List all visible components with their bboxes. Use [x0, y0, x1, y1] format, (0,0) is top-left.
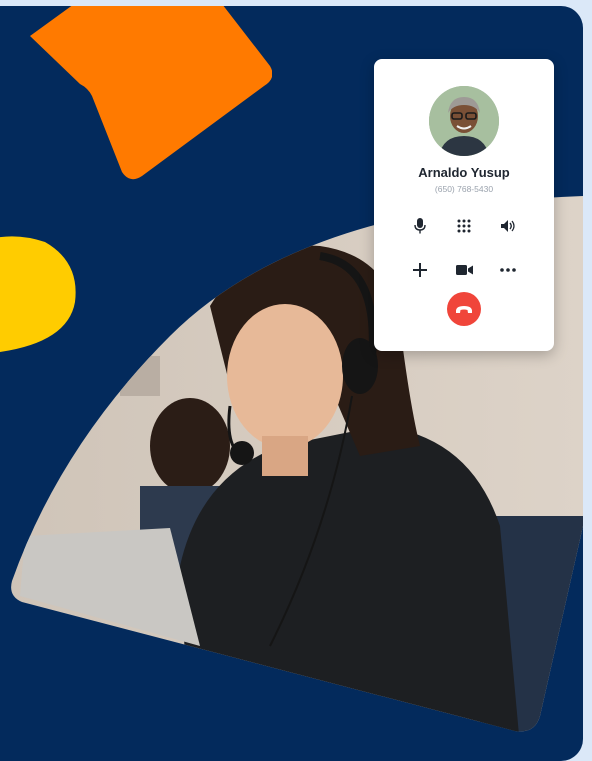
call-card: Arnaldo Yusup (650) 768-5430 — [374, 59, 554, 351]
caller-avatar — [429, 86, 499, 156]
video-icon — [455, 265, 473, 275]
hero-panel: Arnaldo Yusup (650) 768-5430 — [0, 6, 583, 761]
speaker-button[interactable] — [496, 214, 520, 238]
speaker-icon — [501, 220, 515, 232]
avatar-portrait — [429, 86, 499, 156]
video-button[interactable] — [452, 258, 476, 282]
add-call-button[interactable] — [408, 258, 432, 282]
keypad-button[interactable] — [452, 214, 476, 238]
caller-phone: (650) 768-5430 — [434, 184, 494, 194]
end-call-button[interactable] — [447, 292, 481, 326]
microphone-button[interactable] — [408, 214, 432, 238]
keypad-icon — [457, 219, 471, 233]
add-icon — [413, 263, 427, 277]
caller-name: Arnaldo Yusup — [418, 165, 510, 180]
microphone-icon — [414, 218, 426, 234]
end-call-icon — [456, 305, 472, 313]
more-icon — [500, 268, 516, 272]
more-options-button[interactable] — [496, 258, 520, 282]
